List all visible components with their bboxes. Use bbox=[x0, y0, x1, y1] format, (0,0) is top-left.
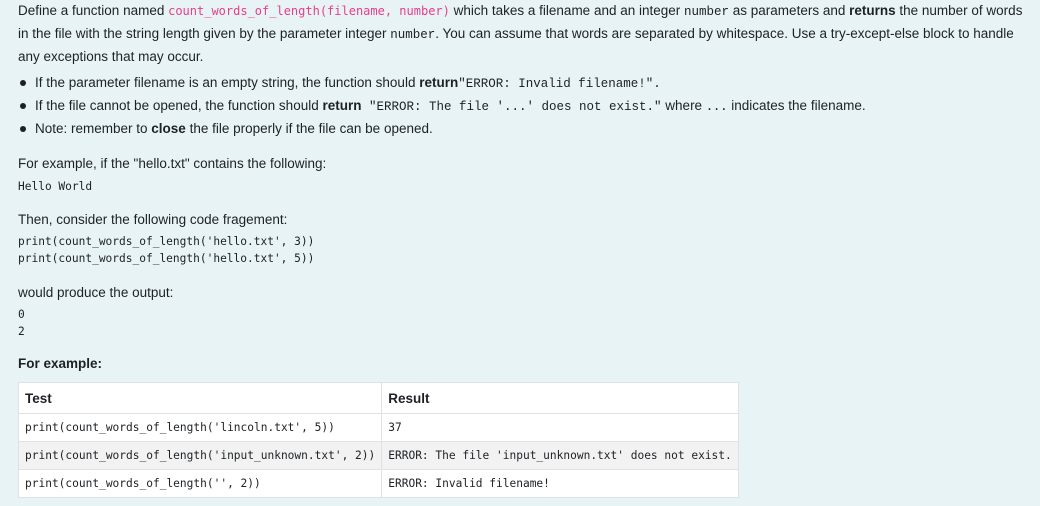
cell-test: print(count_words_of_length('', 2)) bbox=[17, 469, 383, 498]
question-intro: Define a function named count_words_of_l… bbox=[18, 0, 1030, 68]
list-item: If the parameter filename is an empty st… bbox=[20, 72, 1040, 95]
bullet-bold: return bbox=[322, 98, 362, 113]
bullet-text: indicates the filename. bbox=[727, 98, 866, 113]
bullet-icon bbox=[20, 126, 26, 132]
output-block: 0 2 bbox=[18, 306, 1040, 340]
bullet-bold: close bbox=[151, 121, 186, 136]
cell-test: print(count_words_of_length('input_unkno… bbox=[17, 441, 383, 470]
returns-bold: returns bbox=[849, 3, 896, 18]
file-contents: Hello World bbox=[18, 180, 93, 193]
bullet-text: where bbox=[661, 98, 706, 113]
function-signature: count_words_of_length(filename, number) bbox=[168, 4, 450, 18]
output-line: 0 bbox=[18, 308, 25, 321]
list-item: Note: remember to close the file properl… bbox=[20, 118, 1040, 140]
bullet-icon bbox=[20, 80, 26, 86]
example-intro: For example, if the "hello.txt" contains… bbox=[18, 156, 327, 171]
number-code: number bbox=[684, 5, 730, 19]
table-row: print(count_words_of_length('lincoln.txt… bbox=[17, 413, 739, 442]
then-text: Then, consider the following code fragem… bbox=[18, 212, 288, 227]
code-block: print(count_words_of_length('hello.txt',… bbox=[18, 233, 1040, 267]
table-row: print(count_words_of_length('', 2)) ERRO… bbox=[17, 469, 739, 498]
bullet-text: If the file cannot be opened, the functi… bbox=[35, 98, 323, 113]
code-line: print(count_words_of_length('hello.txt',… bbox=[18, 252, 315, 265]
number-code-2: number bbox=[390, 28, 436, 42]
requirements-list: If the parameter filename is an empty st… bbox=[18, 72, 1040, 140]
bullet-icon bbox=[20, 103, 26, 109]
bullet-code: "ERROR: The file '...' does not exist." bbox=[361, 100, 662, 114]
bullet-code: ... bbox=[705, 99, 728, 113]
code-line: print(count_words_of_length('hello.txt',… bbox=[18, 235, 315, 248]
list-item: If the file cannot be opened, the functi… bbox=[20, 95, 1040, 118]
examples-table: Test Result print(count_words_of_length(… bbox=[17, 382, 739, 498]
for-example-label: For example: bbox=[18, 356, 103, 371]
cell-result: 37 bbox=[381, 413, 739, 442]
table-row: print(count_words_of_length('input_unkno… bbox=[17, 441, 739, 470]
bullet-text: Note: remember to bbox=[35, 121, 152, 136]
intro-text-1: Define a function named bbox=[18, 3, 169, 18]
cell-result: ERROR: The file 'input_unknown.txt' does… bbox=[381, 441, 739, 470]
output-line: 2 bbox=[18, 325, 25, 338]
cell-test: print(count_words_of_length('lincoln.txt… bbox=[17, 413, 383, 442]
intro-text-2: which takes a filename and an integer bbox=[449, 3, 685, 18]
bullet-code: "ERROR: Invalid filename!". bbox=[458, 77, 661, 91]
cell-result: ERROR: Invalid filename! bbox=[381, 469, 739, 498]
question-panel: Define a function named count_words_of_l… bbox=[0, 0, 1040, 506]
bullet-text: the file properly if the file can be ope… bbox=[185, 121, 433, 136]
header-test: Test bbox=[17, 382, 383, 414]
produce-text: would produce the output: bbox=[18, 285, 174, 300]
bullet-bold: return bbox=[419, 75, 459, 90]
intro-text-3: as parameters and bbox=[729, 3, 850, 18]
table-header-row: Test Result bbox=[17, 382, 739, 414]
bullet-text: If the parameter filename is an empty st… bbox=[35, 75, 420, 90]
header-result: Result bbox=[381, 382, 739, 414]
